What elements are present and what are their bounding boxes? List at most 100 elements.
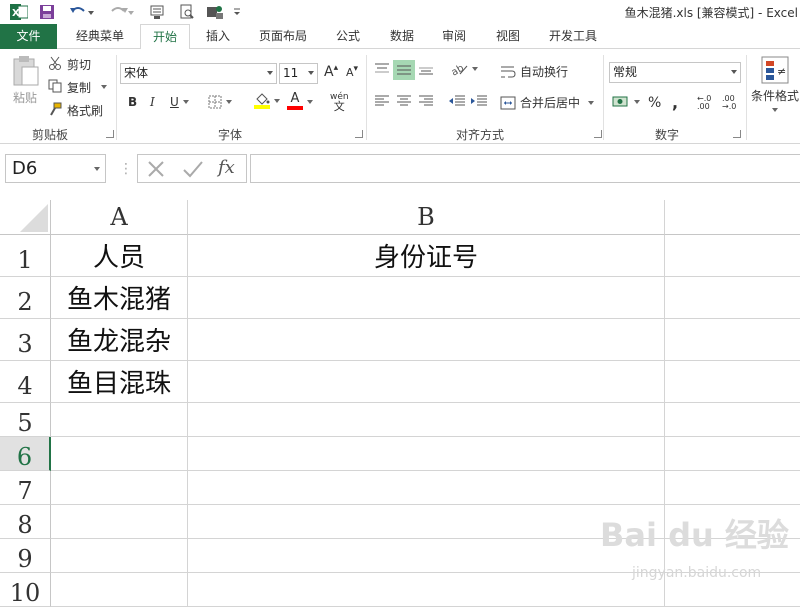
customize-icon[interactable] bbox=[230, 3, 244, 21]
insert-function-button[interactable]: fx bbox=[218, 157, 235, 178]
alignment-launcher-icon[interactable] bbox=[594, 130, 602, 138]
cell-b9[interactable] bbox=[188, 539, 665, 573]
cell-a10[interactable] bbox=[51, 573, 188, 607]
touch-mode-icon[interactable] bbox=[146, 3, 168, 21]
font-launcher-icon[interactable] bbox=[355, 130, 363, 138]
cell-a8[interactable] bbox=[51, 505, 188, 539]
row-header-9[interactable]: 9 bbox=[0, 539, 51, 573]
comma-button[interactable]: , bbox=[672, 93, 678, 112]
vertical-dots-icon[interactable]: ⋮ bbox=[119, 161, 133, 177]
cell-b2[interactable] bbox=[188, 277, 665, 319]
row-header-3[interactable]: 3 bbox=[0, 319, 51, 361]
cell-b3[interactable] bbox=[188, 319, 665, 361]
row-header-8[interactable]: 8 bbox=[0, 505, 51, 539]
cell-b8[interactable] bbox=[188, 505, 665, 539]
cell-c6[interactable] bbox=[665, 437, 800, 471]
tab-home[interactable]: 开始 bbox=[140, 24, 190, 50]
align-bottom-button[interactable] bbox=[418, 62, 434, 76]
row-header-10[interactable]: 10 bbox=[0, 573, 51, 607]
cell-c4[interactable] bbox=[665, 361, 800, 403]
grow-font-button[interactable]: A ▴ bbox=[324, 63, 338, 80]
cell-b6[interactable] bbox=[188, 437, 665, 471]
row-header-4[interactable]: 4 bbox=[0, 361, 51, 403]
cell-b4[interactable] bbox=[188, 361, 665, 403]
tab-view[interactable]: 视图 bbox=[486, 24, 530, 49]
row-header-1[interactable]: 1 bbox=[0, 235, 51, 277]
tab-formulas[interactable]: 公式 bbox=[326, 24, 370, 49]
align-top-button[interactable] bbox=[374, 62, 390, 76]
cut-button[interactable]: 剪切 bbox=[48, 55, 91, 73]
format-painter-button[interactable]: 格式刷 bbox=[48, 101, 103, 119]
cell-c2[interactable] bbox=[665, 277, 800, 319]
cell-a4[interactable]: 鱼目混珠 bbox=[51, 361, 188, 403]
share-icon[interactable] bbox=[204, 3, 226, 21]
number-launcher-icon[interactable] bbox=[733, 130, 741, 138]
accounting-format-button[interactable] bbox=[612, 95, 640, 109]
wrap-text-button[interactable]: 自动换行 bbox=[500, 63, 568, 80]
percent-button[interactable]: % bbox=[648, 95, 661, 111]
cell-c3[interactable] bbox=[665, 319, 800, 361]
decrease-indent-button[interactable] bbox=[448, 95, 466, 107]
column-header-a[interactable]: A bbox=[51, 200, 188, 235]
underline-button[interactable]: U bbox=[170, 95, 189, 109]
tab-insert[interactable]: 插入 bbox=[196, 24, 240, 49]
tab-developer[interactable]: 开发工具 bbox=[540, 24, 606, 49]
cell-c1[interactable] bbox=[665, 235, 800, 277]
redo-icon[interactable] bbox=[106, 3, 136, 21]
cell-a3[interactable]: 鱼龙混杂 bbox=[51, 319, 188, 361]
row-header-2[interactable]: 2 bbox=[0, 277, 51, 319]
tab-data[interactable]: 数据 bbox=[380, 24, 424, 49]
increase-decimal-button[interactable]: ←.0.00 bbox=[697, 95, 711, 111]
print-preview-icon[interactable] bbox=[176, 3, 198, 21]
merge-center-button[interactable]: 合并后居中 bbox=[500, 94, 595, 111]
font-name-select[interactable]: 宋体 bbox=[120, 63, 277, 84]
bold-button[interactable]: B bbox=[128, 95, 137, 109]
cell-a5[interactable] bbox=[51, 403, 188, 437]
enter-check-icon[interactable] bbox=[182, 159, 204, 182]
copy-button[interactable]: 复制 bbox=[48, 78, 108, 96]
tab-page-layout[interactable]: 页面布局 bbox=[250, 24, 316, 49]
cell-b10[interactable] bbox=[188, 573, 665, 607]
save-icon[interactable] bbox=[36, 3, 58, 21]
phonetic-guide-button[interactable]: wén 文 bbox=[330, 93, 349, 113]
fill-color-button[interactable] bbox=[254, 93, 280, 109]
name-box[interactable]: D6 bbox=[5, 154, 106, 183]
decrease-decimal-button[interactable]: .00 →.0 bbox=[722, 95, 736, 111]
row-header-6[interactable]: 6 bbox=[0, 437, 51, 471]
tab-file[interactable]: 文件 bbox=[0, 24, 57, 49]
borders-button[interactable] bbox=[208, 95, 232, 109]
cell-a7[interactable] bbox=[51, 471, 188, 505]
cancel-icon[interactable] bbox=[146, 159, 166, 182]
cell-b7[interactable] bbox=[188, 471, 665, 505]
shrink-font-button[interactable]: A ▾ bbox=[346, 64, 358, 80]
cell-b5[interactable] bbox=[188, 403, 665, 437]
copy-dropdown-icon[interactable] bbox=[101, 85, 108, 89]
orientation-button[interactable]: ab bbox=[450, 62, 478, 76]
align-right-button[interactable] bbox=[418, 95, 434, 107]
tab-review[interactable]: 审阅 bbox=[432, 24, 476, 49]
font-color-button[interactable]: A bbox=[287, 92, 313, 110]
font-size-select[interactable]: 11 bbox=[279, 63, 318, 84]
cell-b1[interactable]: 身份证号 bbox=[188, 235, 665, 277]
conditional-format-button[interactable]: ≠ 条件格式 bbox=[750, 55, 800, 112]
cell-c5[interactable] bbox=[665, 403, 800, 437]
select-all-corner[interactable] bbox=[0, 200, 51, 235]
row-header-7[interactable]: 7 bbox=[0, 471, 51, 505]
number-format-select[interactable]: 常规 bbox=[609, 62, 741, 83]
cell-a2[interactable]: 鱼木混猪 bbox=[51, 277, 188, 319]
undo-icon[interactable] bbox=[66, 3, 96, 21]
cell-a9[interactable] bbox=[51, 539, 188, 573]
italic-button[interactable]: I bbox=[150, 95, 155, 109]
align-left-button[interactable] bbox=[374, 95, 390, 107]
cell-c7[interactable] bbox=[665, 471, 800, 505]
column-header-c[interactable] bbox=[665, 200, 800, 235]
align-middle-button[interactable] bbox=[393, 60, 415, 80]
align-center-button[interactable] bbox=[396, 95, 412, 107]
increase-indent-button[interactable] bbox=[470, 95, 488, 107]
cell-a1[interactable]: 人员 bbox=[51, 235, 188, 277]
tab-classic-menu[interactable]: 经典菜单 bbox=[66, 24, 134, 49]
row-header-5[interactable]: 5 bbox=[0, 403, 51, 437]
cell-a6[interactable] bbox=[51, 437, 188, 471]
clipboard-launcher-icon[interactable] bbox=[106, 130, 114, 138]
formula-input[interactable] bbox=[250, 154, 800, 183]
